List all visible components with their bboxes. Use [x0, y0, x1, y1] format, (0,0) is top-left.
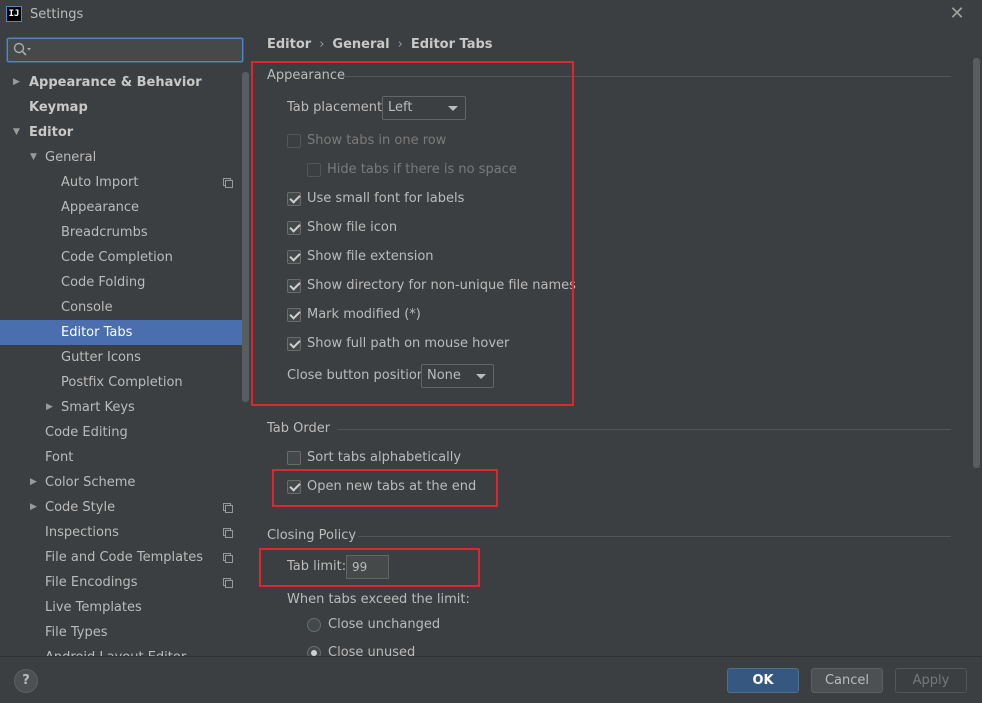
- sidebar-item-label: Code Folding: [61, 275, 146, 290]
- sidebar-item-code-style[interactable]: ▶ Code Style: [0, 495, 250, 520]
- settings-sidebar: ▶ Appearance & Behavior Keymap ▼ Editor …: [0, 30, 250, 656]
- help-button[interactable]: ?: [14, 669, 38, 693]
- sidebar-item-label: Gutter Icons: [61, 350, 141, 365]
- project-scope-icon: [223, 578, 233, 588]
- sidebar-item-label: Console: [61, 300, 113, 315]
- exceed-limit-label: When tabs exceed the limit:: [287, 592, 470, 607]
- sidebar-item-postfix-completion[interactable]: Postfix Completion: [0, 370, 250, 395]
- ok-button[interactable]: OK: [727, 668, 799, 693]
- sidebar-item-font[interactable]: Font: [0, 445, 250, 470]
- sidebar-item-label: Auto Import: [61, 175, 139, 190]
- close-unused-radio[interactable]: [307, 646, 321, 656]
- sidebar-item-appearance-behavior[interactable]: ▶ Appearance & Behavior: [0, 70, 250, 95]
- highlight-box-appearance: [251, 61, 574, 406]
- option-label: Close unused: [328, 645, 416, 656]
- sidebar-item-label: Appearance & Behavior: [29, 75, 202, 90]
- section-divider: [358, 536, 951, 537]
- closing-policy-section-title: Closing Policy: [267, 528, 357, 543]
- sidebar-item-label: Code Style: [45, 500, 116, 515]
- sidebar-item-code-completion[interactable]: Code Completion: [0, 245, 250, 270]
- breadcrumb: Editor › General › Editor Tabs: [267, 37, 493, 52]
- window-title: Settings: [30, 7, 84, 22]
- breadcrumb-item: Editor Tabs: [410, 37, 493, 52]
- sidebar-item-editor[interactable]: ▼ Editor: [0, 120, 250, 145]
- sidebar-item-label: Color Scheme: [45, 475, 136, 490]
- sidebar-item-file-code-templates[interactable]: File and Code Templates: [0, 545, 250, 570]
- sidebar-item-keymap[interactable]: Keymap: [0, 95, 250, 120]
- dialog-footer: ? OK Cancel Apply: [0, 656, 982, 703]
- sidebar-item-code-editing[interactable]: Code Editing: [0, 420, 250, 445]
- sidebar-item-auto-import[interactable]: Auto Import: [0, 170, 250, 195]
- breadcrumb-item[interactable]: Editor: [267, 37, 311, 52]
- sidebar-item-general[interactable]: ▼ General: [0, 145, 250, 170]
- project-scope-icon: [223, 553, 233, 563]
- sidebar-item-label: Appearance: [61, 200, 140, 215]
- sidebar-item-label: Android Layout Editor: [45, 645, 186, 656]
- sidebar-item-android-layout-editor[interactable]: Android Layout Editor: [0, 645, 250, 656]
- content-scrollbar[interactable]: [973, 58, 980, 468]
- sidebar-item-label: File Encodings: [45, 575, 138, 590]
- option-label: Close unchanged: [328, 617, 441, 632]
- sidebar-item-gutter-icons[interactable]: Gutter Icons: [0, 345, 250, 370]
- sidebar-scrollbar[interactable]: [242, 72, 249, 402]
- breadcrumb-separator: ›: [319, 37, 325, 52]
- sidebar-item-label: Editor: [29, 125, 74, 140]
- expand-arrow-icon[interactable]: ▶: [30, 495, 40, 512]
- sidebar-item-label: Inspections: [45, 525, 119, 540]
- apply-button[interactable]: Apply: [895, 668, 967, 693]
- title-bar: IJ Settings ✕: [0, 0, 982, 30]
- close-icon[interactable]: ✕: [948, 4, 966, 24]
- sidebar-item-editor-tabs[interactable]: Editor Tabs: [0, 320, 249, 345]
- sidebar-item-label: File and Code Templates: [45, 550, 203, 565]
- expand-arrow-icon[interactable]: ▶: [46, 395, 56, 412]
- sidebar-item-breadcrumbs[interactable]: Breadcrumbs: [0, 220, 250, 245]
- sidebar-item-label: File Types: [45, 625, 108, 640]
- settings-tree: ▶ Appearance & Behavior Keymap ▼ Editor …: [0, 70, 250, 656]
- sidebar-item-console[interactable]: Console: [0, 295, 250, 320]
- sidebar-item-appearance[interactable]: Appearance: [0, 195, 250, 220]
- breadcrumb-separator: ›: [397, 37, 403, 52]
- breadcrumb-item[interactable]: General: [332, 37, 389, 52]
- sidebar-item-live-templates[interactable]: Live Templates: [0, 595, 250, 620]
- sidebar-item-inspections[interactable]: Inspections: [0, 520, 250, 545]
- section-divider: [338, 429, 951, 430]
- sidebar-item-code-folding[interactable]: Code Folding: [0, 270, 250, 295]
- sidebar-item-label: Smart Keys: [61, 400, 135, 415]
- sidebar-item-label: Live Templates: [45, 600, 142, 615]
- sidebar-item-color-scheme[interactable]: ▶ Color Scheme: [0, 470, 250, 495]
- sidebar-item-label: Postfix Completion: [61, 375, 183, 390]
- cancel-button[interactable]: Cancel: [811, 668, 883, 693]
- sidebar-item-label: Editor Tabs: [61, 325, 133, 340]
- sidebar-item-label: Font: [45, 450, 74, 465]
- collapse-arrow-icon[interactable]: ▼: [13, 120, 23, 137]
- expand-arrow-icon[interactable]: ▶: [30, 470, 40, 487]
- search-field[interactable]: [7, 38, 243, 62]
- project-scope-icon: [223, 503, 233, 513]
- close-unchanged-radio[interactable]: [307, 618, 321, 632]
- search-icon: [13, 42, 31, 56]
- tab-order-section-title: Tab Order: [267, 421, 331, 436]
- project-scope-icon: [223, 528, 233, 538]
- highlight-box-open-at-end: [272, 469, 498, 507]
- intellij-app-icon: IJ: [6, 6, 22, 22]
- option-label: Sort tabs alphabetically: [307, 450, 462, 465]
- collapse-arrow-icon[interactable]: ▼: [30, 145, 40, 162]
- sidebar-item-file-types[interactable]: File Types: [0, 620, 250, 645]
- highlight-box-tab-limit: [259, 548, 480, 587]
- sidebar-item-smart-keys[interactable]: ▶ Smart Keys: [0, 395, 250, 420]
- sidebar-item-file-encodings[interactable]: File Encodings: [0, 570, 250, 595]
- settings-content: Editor › General › Editor Tabs Appearance Ta…: [250, 30, 982, 656]
- sidebar-item-label: Code Completion: [61, 250, 173, 265]
- expand-arrow-icon[interactable]: ▶: [13, 70, 23, 87]
- sort-alphabetically-checkbox[interactable]: [287, 451, 301, 465]
- sidebar-item-label: Keymap: [29, 100, 88, 115]
- sidebar-item-label: General: [45, 150, 97, 165]
- search-input[interactable]: [34, 41, 234, 59]
- project-scope-icon: [223, 178, 233, 188]
- sidebar-item-label: Breadcrumbs: [61, 225, 148, 240]
- sidebar-item-label: Code Editing: [45, 425, 128, 440]
